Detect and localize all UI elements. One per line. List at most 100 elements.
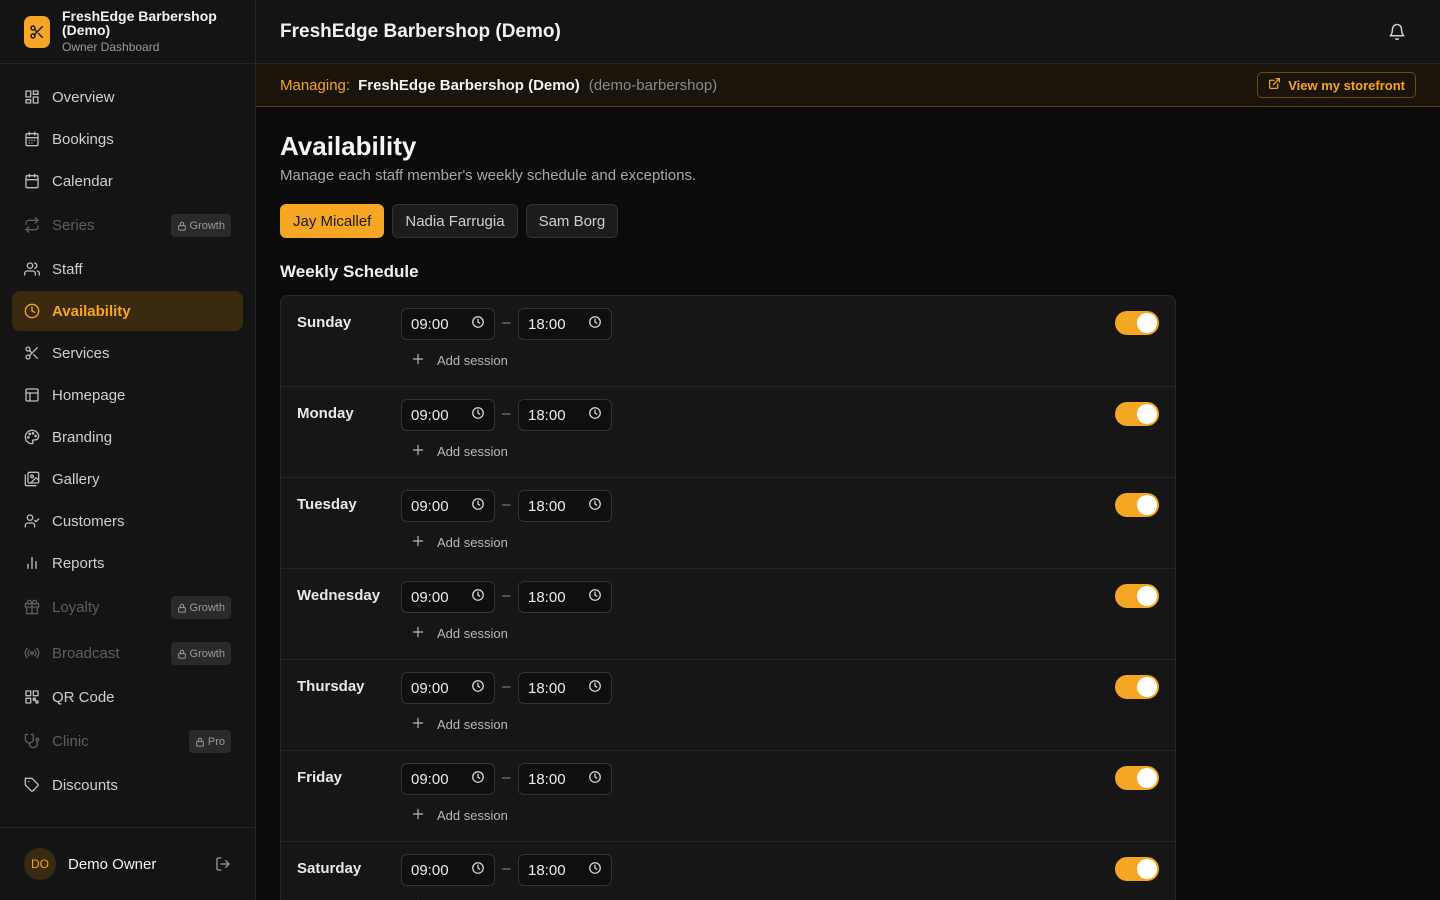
- managing-slug: (demo-barbershop): [588, 76, 718, 94]
- lock-icon: [177, 221, 186, 231]
- bell-icon[interactable]: [1388, 23, 1406, 41]
- start-time-input[interactable]: 09:00: [401, 854, 495, 886]
- avatar[interactable]: DO: [24, 848, 56, 880]
- sidebar-item-label: Services: [52, 344, 110, 362]
- clock-icon[interactable]: [471, 497, 485, 515]
- day-row-sunday: Sunday 09:00 –18:00 Add session: [281, 296, 1175, 387]
- managing-label: Managing:: [280, 76, 351, 94]
- end-time-input[interactable]: 18:00: [518, 672, 612, 704]
- sidebar-nav: Overview Bookings Calendar Series Growth Staf…: [12, 77, 243, 827]
- clock-icon[interactable]: [588, 406, 602, 424]
- clock-icon[interactable]: [471, 770, 485, 788]
- sidebar-item-bookings[interactable]: Bookings: [12, 119, 243, 159]
- clock-icon[interactable]: [588, 770, 602, 788]
- sidebar-item-label: Overview: [52, 88, 115, 106]
- start-time-input[interactable]: 09:00: [401, 490, 495, 522]
- day-row-friday: Friday 09:00 –18:00 Add session: [281, 751, 1175, 842]
- brand-name: FreshEdge Barbershop (Demo): [62, 8, 217, 38]
- add-session-label: Add session: [437, 535, 508, 550]
- sidebar-item-qr-code[interactable]: QR Code: [12, 677, 243, 717]
- start-time-input[interactable]: 09:00: [401, 399, 495, 431]
- clock-icon[interactable]: [588, 315, 602, 333]
- sidebar-item-overview[interactable]: Overview: [12, 77, 243, 117]
- add-session-label: Add session: [437, 717, 508, 732]
- sidebar-item-series[interactable]: Series Growth: [12, 203, 243, 247]
- day-name: Saturday: [297, 860, 362, 877]
- day-name: Wednesday: [297, 587, 381, 604]
- staff-tab-nadia-farrugia[interactable]: Nadia Farrugia: [392, 204, 518, 238]
- start-time-input[interactable]: 09:00: [401, 763, 495, 795]
- broadcast-icon: [24, 645, 40, 661]
- sidebar-item-services[interactable]: Services: [12, 333, 243, 373]
- clock-icon[interactable]: [471, 315, 485, 333]
- sidebar-item-availability[interactable]: Availability: [12, 291, 243, 331]
- clock-icon[interactable]: [588, 861, 602, 879]
- end-time-input[interactable]: 18:00: [518, 581, 612, 613]
- sidebar-item-broadcast[interactable]: Broadcast Growth: [12, 631, 243, 675]
- add-session-button[interactable]: Add session: [411, 716, 508, 733]
- sidebar-item-loyalty[interactable]: Loyalty Growth: [12, 585, 243, 629]
- start-time-value: 09:00: [411, 770, 449, 788]
- layout-icon: [24, 387, 40, 403]
- staff-tab-sam-borg[interactable]: Sam Borg: [525, 204, 619, 238]
- sidebar-item-label: Discounts: [52, 776, 118, 794]
- sidebar-item-calendar[interactable]: Calendar: [12, 161, 243, 201]
- clock-icon[interactable]: [588, 497, 602, 515]
- sidebar-item-customers[interactable]: Customers: [12, 501, 243, 541]
- day-row-thursday: Thursday 09:00 –18:00 Add session: [281, 660, 1175, 751]
- day-row-wednesday: Wednesday 09:00 –18:00 Add session: [281, 569, 1175, 660]
- end-time-value: 18:00: [528, 497, 566, 515]
- plan-badge: Growth: [170, 642, 231, 665]
- day-enabled-toggle[interactable]: [1115, 493, 1159, 517]
- start-time-input[interactable]: 09:00: [401, 308, 495, 340]
- sidebar-item-gallery[interactable]: Gallery: [12, 459, 243, 499]
- grid-icon: [24, 89, 40, 105]
- time-separator: –: [502, 860, 511, 877]
- day-enabled-toggle[interactable]: [1115, 402, 1159, 426]
- time-separator: –: [502, 314, 511, 331]
- clock-icon[interactable]: [471, 679, 485, 697]
- clock-icon[interactable]: [471, 861, 485, 879]
- sidebar-item-label: Loyalty: [52, 598, 100, 616]
- end-time-input[interactable]: 18:00: [518, 490, 612, 522]
- end-time-input[interactable]: 18:00: [518, 399, 612, 431]
- sidebar-item-homepage[interactable]: Homepage: [12, 375, 243, 415]
- sidebar-item-label: Bookings: [52, 130, 114, 148]
- sidebar-item-reports[interactable]: Reports: [12, 543, 243, 583]
- day-enabled-toggle[interactable]: [1115, 857, 1159, 881]
- view-storefront-label: View my storefront: [1288, 77, 1405, 93]
- plus-icon: [411, 807, 425, 824]
- add-session-button[interactable]: Add session: [411, 352, 508, 369]
- sidebar-item-label: Gallery: [52, 470, 100, 488]
- clock-icon[interactable]: [588, 588, 602, 606]
- sidebar-item-branding[interactable]: Branding: [12, 417, 243, 457]
- start-time-input[interactable]: 09:00: [401, 581, 495, 613]
- sidebar-item-clinic[interactable]: Clinic Pro: [12, 719, 243, 763]
- day-enabled-toggle[interactable]: [1115, 311, 1159, 335]
- day-enabled-toggle[interactable]: [1115, 584, 1159, 608]
- end-time-input[interactable]: 18:00: [518, 854, 612, 886]
- start-time-input[interactable]: 09:00: [401, 672, 495, 704]
- clock-icon[interactable]: [471, 406, 485, 424]
- start-time-value: 09:00: [411, 315, 449, 333]
- staff-tab-jay-micallef[interactable]: Jay Micallef: [280, 204, 385, 238]
- view-storefront-button[interactable]: View my storefront: [1257, 72, 1416, 98]
- add-session-button[interactable]: Add session: [411, 625, 508, 642]
- day-enabled-toggle[interactable]: [1115, 766, 1159, 790]
- sidebar: FreshEdge Barbershop (Demo) Owner Dashbo…: [0, 0, 256, 900]
- managing-business-name: FreshEdge Barbershop (Demo): [358, 76, 580, 94]
- day-enabled-toggle[interactable]: [1115, 675, 1159, 699]
- clock-icon[interactable]: [471, 588, 485, 606]
- plus-icon: [411, 443, 425, 460]
- add-session-button[interactable]: Add session: [411, 534, 508, 551]
- clock-icon[interactable]: [588, 679, 602, 697]
- logout-icon[interactable]: [215, 856, 231, 872]
- add-session-button[interactable]: Add session: [411, 807, 508, 824]
- day-name: Sunday: [297, 314, 352, 331]
- time-separator: –: [502, 769, 511, 786]
- sidebar-item-staff[interactable]: Staff: [12, 249, 243, 289]
- sidebar-item-discounts[interactable]: Discounts: [12, 765, 243, 805]
- end-time-input[interactable]: 18:00: [518, 763, 612, 795]
- add-session-button[interactable]: Add session: [411, 443, 508, 460]
- end-time-input[interactable]: 18:00: [518, 308, 612, 340]
